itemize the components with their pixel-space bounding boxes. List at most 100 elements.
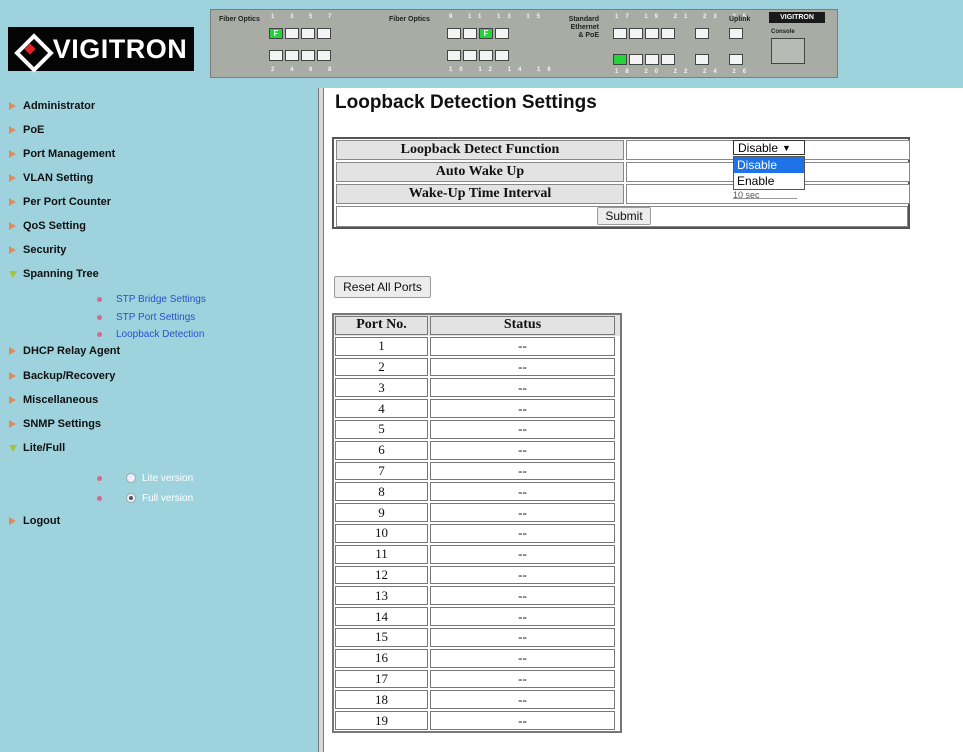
port-16	[495, 50, 509, 61]
full-version-option[interactable]: Full version	[97, 491, 193, 505]
port-number-cell: 17	[335, 669, 428, 689]
wake-up-interval-select[interactable]: 10 sec	[733, 190, 797, 199]
port-12	[463, 50, 477, 61]
loopback-detect-select[interactable]: Disable ▼	[733, 140, 805, 155]
sidebar-item-lite-full[interactable]: Lite/Full	[8, 440, 65, 456]
table-row: 5 --	[334, 419, 620, 440]
full-version-radio[interactable]	[126, 493, 136, 503]
port-status-cell: --	[430, 399, 615, 418]
port-9	[447, 28, 461, 39]
sidebar-item-snmp-settings[interactable]: SNMP Settings	[8, 416, 101, 432]
loopback-settings-table: Loopback Detect Function Auto Wake Up Wa…	[332, 137, 910, 229]
table-row: 2 --	[334, 357, 620, 378]
loopback-detect-label: Loopback Detect Function	[336, 140, 624, 160]
sidebar-item-port-management[interactable]: Port Management	[8, 146, 115, 162]
port-13: F	[479, 28, 493, 39]
uplink-port-1	[729, 28, 743, 39]
arrow-right-icon	[8, 516, 18, 526]
table-row: 4 --	[334, 398, 620, 419]
port-status-cell: --	[430, 419, 615, 439]
settings-row-interval: Wake-Up Time Interval	[336, 184, 910, 204]
sidebar-item-per-port-counter[interactable]: Per Port Counter	[8, 194, 111, 210]
port-status-cell: --	[430, 648, 615, 668]
fiber-optics-label-1: Fiber Optics	[219, 16, 260, 23]
sidebar-item-label: Spanning Tree	[23, 268, 99, 280]
sidebar-item-spanning-tree[interactable]: Spanning Tree	[8, 266, 99, 282]
table-row: 3 --	[334, 377, 620, 398]
sidebar-item-miscellaneous[interactable]: Miscellaneous	[8, 392, 98, 408]
port-24	[661, 54, 675, 65]
port-number-cell: 5	[335, 419, 428, 439]
port-1: F	[269, 28, 283, 39]
table-row: 14 --	[334, 606, 620, 627]
bullet-icon	[97, 297, 102, 302]
port-8	[317, 50, 331, 61]
port-22	[645, 54, 659, 65]
port-7	[317, 28, 331, 39]
sidebar-item-vlan-setting[interactable]: VLAN Setting	[8, 170, 93, 186]
port-number-cell: 9	[335, 503, 428, 522]
sidebar-item-administrator[interactable]: Administrator	[8, 98, 95, 114]
sub-item-label: Loopback Detection	[116, 329, 205, 340]
sidebar-item-label: Security	[23, 244, 67, 256]
sub-item-label: STP Port Settings	[116, 312, 196, 323]
table-row: 6 --	[334, 440, 620, 461]
option-enable[interactable]: Enable	[734, 173, 804, 189]
arrow-right-icon	[8, 371, 18, 381]
dropdown-caret-icon: ▼	[782, 142, 791, 153]
lite-version-option[interactable]: Lite version	[97, 471, 193, 485]
port-6	[301, 50, 315, 61]
table-row: 15 --	[334, 627, 620, 648]
sidebar-item-logout[interactable]: Logout	[8, 513, 60, 529]
sidebar-item-qos-setting[interactable]: QoS Setting	[8, 218, 86, 234]
port-status-cell: --	[430, 627, 615, 647]
sidebar-item-security[interactable]: Security	[8, 242, 66, 258]
port-status-cell: --	[430, 357, 615, 377]
arrow-right-icon	[8, 419, 18, 429]
submit-button[interactable]: Submit	[597, 207, 651, 225]
bullet-icon	[97, 495, 102, 501]
sidebar-item-label: Administrator	[23, 100, 96, 112]
header-port-no: Port No.	[335, 316, 428, 335]
port-23	[661, 28, 675, 39]
port-status-cell: --	[430, 336, 615, 356]
port-4	[285, 50, 299, 61]
sidebar-item-label: Port Management	[23, 148, 116, 160]
port-status-cell: --	[430, 503, 615, 522]
sidebar-nav: Administrator PoE Port Management VLAN S…	[0, 88, 318, 752]
port-10	[447, 50, 461, 61]
sidebar-item-dhcp-relay-agent[interactable]: DHCP Relay Agent	[8, 343, 120, 359]
table-row: 9 --	[334, 502, 620, 523]
port-status-cell: --	[430, 607, 615, 626]
sidebar-divider	[318, 88, 324, 752]
port-2	[269, 50, 283, 61]
lite-version-radio[interactable]	[126, 473, 136, 483]
port-numbers-bottom-1: 2 4 6 8	[271, 67, 339, 73]
table-row: 16 --	[334, 648, 620, 669]
uplink-port-2	[729, 54, 743, 65]
table-row: 17 --	[334, 669, 620, 690]
option-disable[interactable]: Disable	[734, 157, 804, 173]
port-15	[495, 28, 509, 39]
sub-item-loopback-detection[interactable]: Loopback Detection	[97, 328, 204, 341]
sidebar-item-poe[interactable]: PoE	[8, 122, 44, 138]
port-number-cell: 11	[335, 544, 428, 564]
port-number-cell: 14	[335, 607, 428, 626]
port-number-cell: 15	[335, 627, 428, 647]
reset-all-ports-button[interactable]: Reset All Ports	[334, 276, 431, 298]
port-number-cell: 1	[335, 336, 428, 356]
sidebar-item-backup-recovery[interactable]: Backup/Recovery	[8, 368, 115, 384]
sidebar-item-label: Miscellaneous	[23, 394, 99, 406]
sidebar-item-label: SNMP Settings	[23, 418, 102, 430]
radio-label: Full version	[142, 492, 194, 504]
port-3	[285, 28, 299, 39]
table-row: 18 --	[334, 689, 620, 710]
port-status-table: Port No. Status 1 -- 2 -- 3 -- 4 -- 5 -- 6 -- 7 -- 8 --…	[332, 313, 622, 733]
bullet-icon	[97, 315, 102, 320]
table-row: 13 --	[334, 585, 620, 606]
port-number-cell: 4	[335, 399, 428, 418]
sub-item-stp-bridge-settings[interactable]: STP Bridge Settings	[97, 293, 206, 306]
sub-item-stp-port-settings[interactable]: STP Port Settings	[97, 311, 195, 324]
table-row: 8 --	[334, 481, 620, 502]
sidebar-item-label: DHCP Relay Agent	[23, 345, 121, 357]
